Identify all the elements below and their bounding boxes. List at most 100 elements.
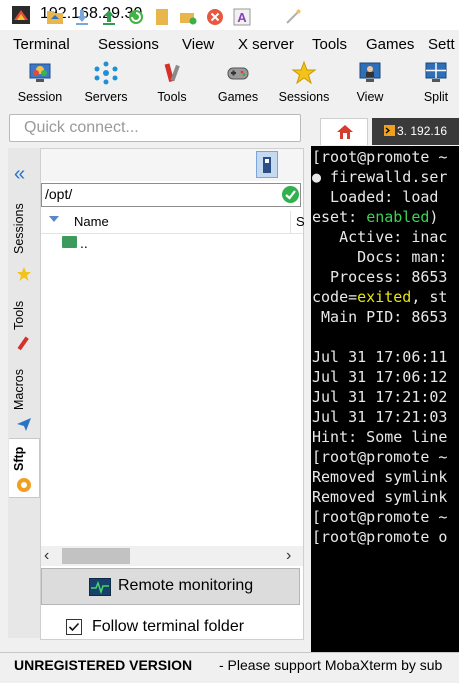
- terminal-line: code=exited, st: [312, 288, 448, 306]
- column-size[interactable]: S: [296, 214, 305, 229]
- download-icon[interactable]: [73, 8, 91, 26]
- view-button[interactable]: View: [339, 58, 401, 110]
- terminal-tab-icon: [384, 125, 395, 136]
- upload-icon[interactable]: [100, 8, 118, 26]
- column-name[interactable]: Name: [74, 214, 109, 229]
- parent-folder-icon: [62, 236, 77, 248]
- menu-sessions[interactable]: Sessions: [98, 36, 159, 53]
- terminal-line: Main PID: 8653: [312, 308, 448, 326]
- sort-arrow-icon[interactable]: [49, 216, 59, 222]
- terminal-line: [root@promote ~: [312, 448, 448, 466]
- sftp-icon: [17, 478, 31, 492]
- menu-settings[interactable]: Sett: [428, 36, 455, 53]
- menu-terminal[interactable]: Terminal: [13, 36, 70, 53]
- star-icon: [17, 267, 31, 281]
- tab-macros-label: Macros: [12, 369, 26, 411]
- session-label: Session: [17, 90, 63, 104]
- checkmark-icon: [68, 622, 80, 632]
- new-file-icon[interactable]: [153, 8, 171, 26]
- home-icon: [337, 125, 353, 139]
- refresh-icon[interactable]: [127, 8, 145, 26]
- send-icon: [17, 418, 31, 431]
- tab-sessions-label: Sessions: [12, 203, 26, 255]
- main-toolbar: Session Servers Tools Games Sessions Vie…: [0, 56, 459, 112]
- svg-text:A: A: [237, 10, 247, 25]
- tab-tools[interactable]: Tools: [9, 292, 39, 356]
- follow-terminal-label: Follow terminal folder: [92, 618, 245, 635]
- quick-connect-input[interactable]: [9, 114, 301, 142]
- tab-macros[interactable]: Macros: [9, 360, 39, 436]
- tools-label: Tools: [157, 90, 187, 104]
- collapse-sidebar-icon[interactable]: «: [14, 164, 36, 184]
- session-button[interactable]: Session: [9, 58, 71, 110]
- gamepad-icon: [227, 67, 249, 80]
- terminal-line: Loaded: load: [312, 188, 439, 206]
- terminal-line: eset: enabled): [312, 208, 439, 226]
- check-icon: [285, 190, 296, 200]
- terminal-line: Jul 31 17:21:03: [312, 408, 448, 426]
- path-input[interactable]: [41, 183, 301, 207]
- menu-x-server[interactable]: X server: [238, 36, 294, 53]
- terminal-line: Jul 31 17:21:02: [312, 388, 448, 406]
- remote-monitoring-label: Remote monitoring: [118, 577, 254, 594]
- split-label: Split: [423, 90, 449, 104]
- view-label: View: [356, 90, 384, 104]
- menu-games[interactable]: Games: [366, 36, 414, 53]
- tools-button[interactable]: Tools: [141, 58, 203, 110]
- sessions-button[interactable]: Sessions: [273, 58, 335, 110]
- tab-sftp[interactable]: Sftp: [9, 438, 40, 498]
- scroll-right-icon[interactable]: ›: [286, 547, 291, 565]
- star-icon: [291, 60, 317, 85]
- file-row-parent[interactable]: ..: [80, 235, 88, 251]
- scroll-left-icon[interactable]: ‹: [44, 547, 49, 565]
- servers-label: Servers: [84, 90, 128, 104]
- tab-sftp-label: Sftp: [12, 446, 26, 472]
- terminal-line: Jul 31 17:06:12: [312, 368, 448, 386]
- terminal-line: [root@promote ~: [312, 148, 448, 166]
- mobaxterm-app-icon: [12, 6, 30, 24]
- view-icon: [359, 62, 381, 82]
- session-tab-text: 3. 192.16: [397, 124, 448, 138]
- status-dot: ●: [312, 168, 322, 186]
- terminal-line: ● firewalld.ser: [312, 167, 447, 187]
- tools-icon: [164, 63, 180, 83]
- terminal-line: [root@promote o: [312, 528, 448, 546]
- support-link[interactable]: - Please support MobaXterm by sub: [219, 657, 442, 673]
- column-divider[interactable]: [290, 211, 291, 233]
- tab-tools-label: Tools: [12, 300, 26, 330]
- servers-icon: [94, 61, 118, 85]
- games-button[interactable]: Games: [207, 58, 269, 110]
- path-text: /opt/: [45, 186, 73, 202]
- scrollbar-thumb[interactable]: [62, 548, 130, 564]
- new-folder-icon[interactable]: [179, 8, 197, 26]
- tools-icon: [17, 336, 29, 351]
- terminal-line: Process: 8653: [312, 268, 448, 286]
- monitor-icon: [89, 578, 111, 596]
- wand-icon[interactable]: [284, 8, 302, 26]
- unregistered-label: UNREGISTERED VERSION: [14, 657, 193, 673]
- terminal-line: Docs: man:: [312, 248, 448, 266]
- follow-terminal-checkbox[interactable]: [66, 619, 82, 635]
- permissions-icon: [263, 157, 271, 173]
- menu-tools[interactable]: Tools: [312, 36, 347, 53]
- split-button[interactable]: Split: [405, 58, 459, 110]
- permissions-button[interactable]: [256, 151, 278, 178]
- menu-bar: Terminal Sessions View X server Tools Ga…: [0, 33, 459, 55]
- home-tab[interactable]: [320, 118, 368, 145]
- menu-view[interactable]: View: [182, 36, 214, 53]
- terminal-line: [root@promote ~: [312, 508, 448, 526]
- session-tab-label: 3. 192.16: [384, 124, 447, 138]
- path-confirm-button[interactable]: [282, 186, 299, 203]
- servers-button[interactable]: Servers: [75, 58, 137, 110]
- tab-sessions[interactable]: Sessions: [9, 192, 39, 290]
- terminal-line-text: firewalld.ser: [321, 168, 448, 186]
- sessions-label: Sessions: [278, 90, 330, 104]
- terminal-line: Jul 31 17:06:11: [312, 348, 448, 366]
- games-label: Games: [217, 90, 259, 104]
- terminal-line: Removed symlink: [312, 488, 448, 506]
- rename-icon[interactable]: A: [233, 8, 251, 26]
- terminal-line: Active: inac: [312, 228, 448, 246]
- folder-up-icon[interactable]: [46, 8, 64, 26]
- delete-icon[interactable]: [206, 8, 224, 26]
- terminal-line: Hint: Some line: [312, 428, 448, 446]
